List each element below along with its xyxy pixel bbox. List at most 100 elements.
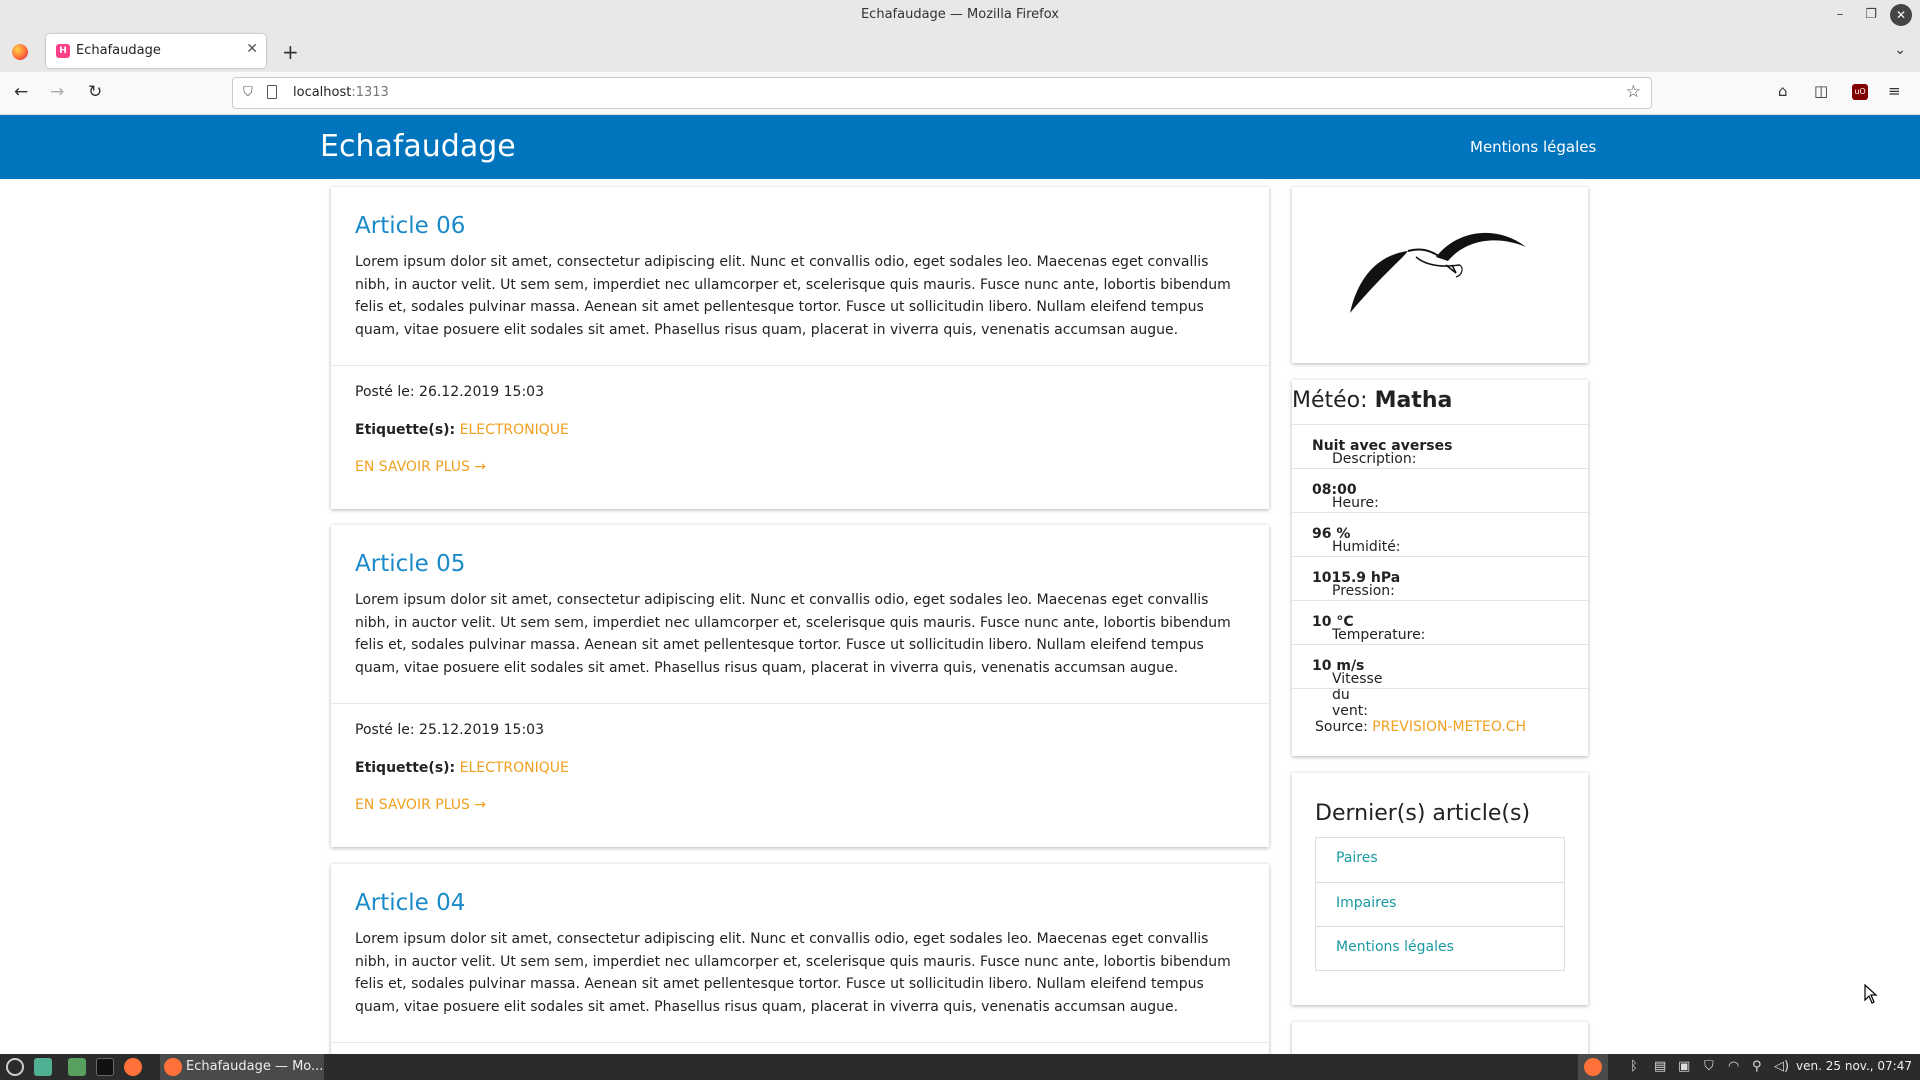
desktop-icon[interactable] — [34, 1058, 52, 1076]
reload-icon[interactable]: ↻ — [88, 82, 102, 102]
logo-card — [1292, 187, 1588, 363]
tags-label: Etiquette(s): — [355, 760, 456, 776]
posted-label: Posté le: — [355, 722, 415, 738]
weather-label: Heure: — [1332, 495, 1379, 511]
tab-echafaudage[interactable]: H Echafaudage ✕ — [46, 34, 266, 68]
weather-row-humidity: Humidité: 96 % — [1292, 512, 1588, 556]
tag-link[interactable]: ELECTRONIQUE — [460, 422, 569, 438]
weather-label: Description: — [1332, 451, 1417, 467]
weather-row-description: Description: Nuit avec averses — [1292, 424, 1588, 468]
article-posted: Posté le: 25.12.2019 15:03 — [355, 722, 544, 738]
latest-articles-title: Dernier(s) article(s) — [1315, 801, 1531, 826]
read-more-link[interactable]: EN SAVOIR PLUS → — [355, 797, 486, 813]
seagull-logo-icon — [1350, 232, 1526, 313]
latest-article-link[interactable]: Paires — [1316, 838, 1564, 882]
latest-article-link[interactable]: Impaires — [1316, 882, 1564, 926]
firefox-window-icon — [164, 1058, 182, 1076]
tracking-shield-icon[interactable]: ⛉ — [243, 85, 253, 100]
latest-articles-card: Dernier(s) article(s) Paires Impaires Me… — [1292, 773, 1588, 1005]
taskbar: Echafaudage — Mo... ᛒ ▤ ▣ ⛉ ◠ ⚲ ◁) ven. … — [0, 1054, 1920, 1080]
article-tags: Etiquette(s): ELECTRONIQUE — [355, 760, 569, 776]
navigation-toolbar: ← → ↻ ⛉ localhost:1313 ☆ ⌂ ◫ uO ≡ — [0, 72, 1920, 115]
clock[interactable]: ven. 25 nov., 07:47 — [1796, 1059, 1912, 1073]
weather-card: Météo: Matha Description: Nuit avec aver… — [1292, 380, 1588, 756]
hamburger-menu-icon[interactable]: ≡ — [1888, 82, 1901, 100]
divider — [1292, 688, 1588, 690]
location-icon[interactable]: ⚲ — [1752, 1059, 1762, 1074]
article-excerpt: Lorem ipsum dolor sit amet, consectetur … — [355, 254, 1231, 338]
tab-title: Echafaudage — [76, 43, 161, 58]
clipboard-icon[interactable]: ▤ — [1654, 1059, 1666, 1074]
url-host: localhost — [293, 85, 352, 100]
url-text[interactable]: localhost:1313 — [293, 85, 389, 100]
weather-row-wind: Vitesse du vent: 10 m/s — [1292, 644, 1588, 719]
tag-link[interactable]: ELECTRONIQUE — [460, 760, 569, 776]
volume-icon[interactable]: ◁) — [1774, 1059, 1789, 1074]
files-folder-icon[interactable] — [68, 1058, 86, 1076]
new-tab-plus-icon[interactable]: + — [282, 40, 299, 64]
site-brand[interactable]: Echafaudage — [320, 129, 516, 164]
latest-article-link[interactable]: Mentions légales — [1316, 926, 1564, 970]
article-posted: Posté le: 26.12.2019 15:03 — [355, 384, 544, 400]
tab-list-chevron-icon[interactable]: ⌄ — [1894, 42, 1906, 58]
source-link[interactable]: PREVISION-METEO.CH — [1372, 719, 1526, 735]
site-header: Echafaudage Mentions légales — [0, 115, 1920, 179]
weather-city: Matha — [1374, 388, 1453, 413]
menu-launcher-icon[interactable] — [6, 1058, 24, 1076]
article-title[interactable]: Article 05 — [355, 551, 465, 577]
ublock-origin-icon[interactable]: uO — [1852, 84, 1868, 100]
tab-close-icon[interactable]: ✕ — [246, 41, 258, 57]
article-excerpt: Lorem ipsum dolor sit amet, consectetur … — [355, 931, 1231, 1015]
weather-title-prefix: Météo: — [1292, 388, 1368, 413]
tags-label: Etiquette(s): — [355, 422, 456, 438]
taskbar-window-label: Echafaudage — Mo... — [186, 1059, 324, 1074]
article-tags: Etiquette(s): ELECTRONIQUE — [355, 422, 569, 438]
hugo-favicon-icon: H — [56, 44, 70, 58]
source-label: Source: — [1315, 719, 1368, 735]
divider — [331, 703, 1269, 704]
posted-date: 25.12.2019 15:03 — [419, 722, 544, 738]
weather-row-time: Heure: 08:00 — [1292, 468, 1588, 512]
sidebar-card-partial — [1292, 1022, 1588, 1054]
article-card: Article 04 Lorem ipsum dolor sit amet, c… — [331, 864, 1269, 1054]
minimize-icon[interactable]: – — [1829, 4, 1851, 26]
weather-label: Vitesse du vent: — [1332, 671, 1383, 719]
weather-source: Source: PREVISION-METEO.CH — [1315, 719, 1526, 735]
terminal-icon[interactable] — [96, 1058, 114, 1076]
close-window-icon[interactable]: ✕ — [1890, 4, 1912, 26]
nav-link-mentions-legales[interactable]: Mentions légales — [1470, 138, 1596, 156]
url-port: :1313 — [351, 85, 389, 100]
article-title[interactable]: Article 06 — [355, 213, 465, 239]
read-more-link[interactable]: EN SAVOIR PLUS → — [355, 459, 486, 475]
weather-row-temperature: Temperature: 10 °C — [1292, 600, 1588, 644]
bookmark-star-icon[interactable]: ☆ — [1626, 82, 1641, 102]
forward-arrow-icon[interactable]: → — [50, 82, 64, 102]
wifi-icon[interactable]: ◠ — [1728, 1059, 1739, 1074]
article-card: Article 05 Lorem ipsum dolor sit amet, c… — [331, 525, 1269, 847]
maximize-icon[interactable]: ❐ — [1860, 4, 1882, 26]
window-titlebar: Echafaudage — Mozilla Firefox – ❐ ✕ — [0, 0, 1920, 30]
back-arrow-icon[interactable]: ← — [14, 82, 28, 102]
divider — [331, 1042, 1269, 1043]
bluetooth-icon[interactable]: ᛒ — [1630, 1059, 1638, 1074]
weather-label: Temperature: — [1332, 627, 1426, 643]
article-excerpt: Lorem ipsum dolor sit amet, consectetur … — [355, 592, 1231, 676]
firefox-tray-icon[interactable] — [1584, 1058, 1602, 1076]
weather-row-pressure: Pression: 1015.9 hPa — [1292, 556, 1588, 600]
firefox-launcher-icon[interactable] — [124, 1058, 142, 1076]
url-bar[interactable]: ⛉ localhost:1313 ☆ — [232, 77, 1652, 109]
firefox-logo-icon[interactable] — [12, 44, 28, 60]
weather-label: Humidité: — [1332, 539, 1401, 555]
divider — [331, 365, 1269, 366]
taskbar-window-firefox[interactable]: Echafaudage — Mo... — [160, 1054, 324, 1080]
shield-icon[interactable]: ⛉ — [1704, 1059, 1714, 1074]
pocket-icon[interactable]: ◫ — [1814, 82, 1828, 100]
mouse-cursor-icon — [1864, 984, 1878, 1004]
window-title: Echafaudage — Mozilla Firefox — [860, 7, 1060, 22]
updates-icon[interactable]: ▣ — [1678, 1059, 1690, 1074]
page-info-icon[interactable] — [267, 85, 277, 99]
home-icon[interactable]: ⌂ — [1778, 82, 1788, 100]
article-title[interactable]: Article 04 — [355, 890, 465, 916]
weather-title: Météo: Matha — [1292, 388, 1452, 413]
posted-date: 26.12.2019 15:03 — [419, 384, 544, 400]
